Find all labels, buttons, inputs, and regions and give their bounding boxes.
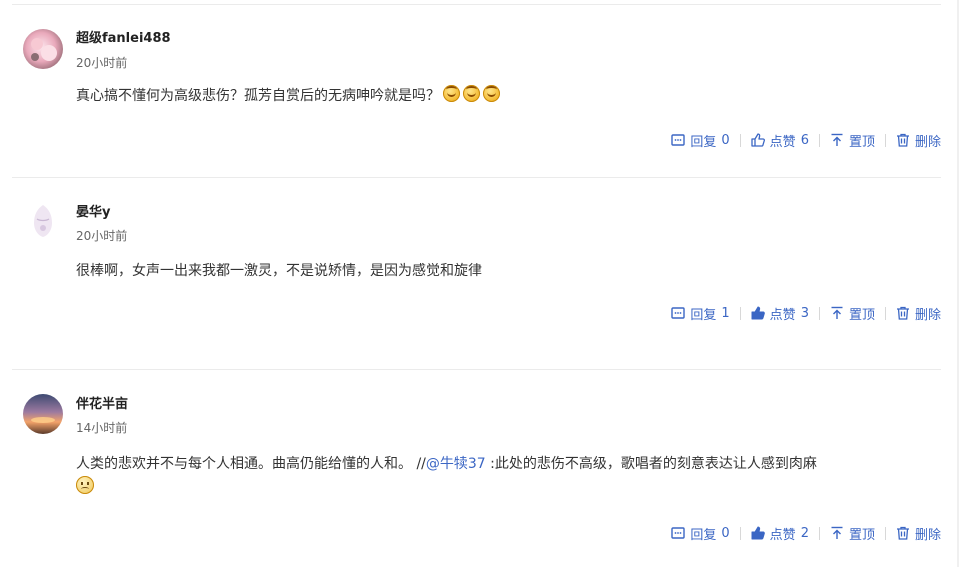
quoted-comment-text: :此处的悲伤不高级，歌唱者的刻意表达让人感到肉麻 bbox=[485, 456, 817, 472]
pin-top-label: 置顶 bbox=[848, 527, 875, 543]
timestamp: 20小时前 bbox=[76, 229, 128, 243]
comment-item: 晏华y 20小时前 很棒啊，女声一出来我都一激灵，不是说矫情，是因为感觉和旋律 … bbox=[12, 177, 941, 369]
like-label: 点赞 bbox=[769, 134, 796, 150]
pin-to-top-icon bbox=[831, 526, 843, 539]
action-divider bbox=[884, 526, 886, 540]
username[interactable]: 超级fanlei488 bbox=[76, 27, 171, 46]
comment-item: 超级fanlei488 20小时前 真心搞不懂何为高级悲伤？孤芳自赏后的无病呻吟… bbox=[12, 5, 941, 177]
comment-text-body: 人类的悲欢并不与每个人相通。曲高仍能给懂的人和。 // bbox=[76, 456, 426, 472]
sad-emoji-icon bbox=[76, 476, 94, 494]
comment-text: 人类的悲欢并不与每个人相通。曲高仍能给懂的人和。 //@牛犊37 :此处的悲伤不… bbox=[76, 452, 936, 500]
reply-count: 0 bbox=[721, 132, 730, 148]
comment-text-body: 真心搞不懂何为高级悲伤？孤芳自赏后的无病呻吟就是吗？ bbox=[76, 88, 440, 104]
action-divider bbox=[739, 133, 741, 147]
like-count: 6 bbox=[800, 132, 809, 148]
user-mention-link[interactable]: @牛犊37 bbox=[426, 456, 486, 472]
like-button[interactable]: 点赞 3 bbox=[751, 304, 809, 323]
comment-actions: 回复 0 点赞 6 置顶 删除 bbox=[671, 130, 941, 150]
avatar[interactable] bbox=[23, 394, 63, 434]
comment-actions: 回复 1 点赞 3 置顶 删除 bbox=[671, 303, 941, 323]
pin-top-label: 置顶 bbox=[848, 307, 875, 323]
action-divider bbox=[818, 306, 820, 320]
reply-button[interactable]: 回复 1 bbox=[671, 304, 730, 323]
comment-text-body: 很棒啊，女声一出来我都一激灵，不是说矫情，是因为感觉和旋律 bbox=[76, 263, 482, 279]
action-divider bbox=[818, 133, 820, 147]
reply-count: 1 bbox=[721, 305, 730, 321]
action-divider bbox=[884, 306, 886, 320]
reply-label: 回复 bbox=[690, 134, 717, 150]
username[interactable]: 伴花半亩 bbox=[76, 393, 128, 412]
timestamp: 20小时前 bbox=[76, 56, 128, 70]
pin-top-button[interactable]: 置顶 bbox=[830, 524, 875, 543]
like-label: 点赞 bbox=[769, 307, 796, 323]
comment-text: 真心搞不懂何为高级悲伤？孤芳自赏后的无病呻吟就是吗？ bbox=[76, 84, 936, 108]
delete-label: 删除 bbox=[914, 134, 941, 150]
timestamp: 14小时前 bbox=[76, 421, 128, 435]
username[interactable]: 晏华y bbox=[76, 201, 110, 220]
thumbs-up-filled-icon bbox=[751, 306, 765, 320]
pin-to-top-icon bbox=[831, 133, 843, 146]
reply-button[interactable]: 回复 0 bbox=[671, 131, 730, 150]
avatar[interactable] bbox=[23, 29, 63, 69]
pin-top-button[interactable]: 置顶 bbox=[830, 131, 875, 150]
smile-emoji-icon bbox=[443, 85, 460, 102]
trash-icon bbox=[896, 133, 909, 147]
smile-emoji-icon bbox=[463, 85, 480, 102]
action-divider bbox=[884, 133, 886, 147]
delete-label: 删除 bbox=[914, 307, 941, 323]
like-count: 2 bbox=[800, 525, 809, 541]
pin-top-button[interactable]: 置顶 bbox=[830, 304, 875, 323]
reply-icon bbox=[671, 527, 686, 539]
delete-button[interactable]: 删除 bbox=[896, 131, 941, 150]
reply-button[interactable]: 回复 0 bbox=[671, 524, 730, 543]
trash-icon bbox=[896, 306, 909, 320]
like-label: 点赞 bbox=[769, 527, 796, 543]
reply-label: 回复 bbox=[690, 307, 717, 323]
pin-top-label: 置顶 bbox=[848, 134, 875, 150]
delete-button[interactable]: 删除 bbox=[896, 524, 941, 543]
like-count: 3 bbox=[800, 305, 809, 321]
action-divider bbox=[739, 526, 741, 540]
thumbs-up-icon bbox=[751, 133, 765, 147]
delete-label: 删除 bbox=[914, 527, 941, 543]
like-button[interactable]: 点赞 6 bbox=[751, 131, 809, 150]
delete-button[interactable]: 删除 bbox=[896, 304, 941, 323]
like-button[interactable]: 点赞 2 bbox=[751, 524, 809, 543]
pin-to-top-icon bbox=[831, 306, 843, 319]
reply-icon bbox=[671, 307, 686, 319]
avatar[interactable] bbox=[23, 201, 63, 241]
comment-item: 伴花半亩 14小时前 人类的悲欢并不与每个人相通。曲高仍能给懂的人和。 //@牛… bbox=[12, 369, 941, 568]
trash-icon bbox=[896, 526, 909, 540]
smile-emoji-icon bbox=[483, 85, 500, 102]
reply-count: 0 bbox=[721, 525, 730, 541]
reply-label: 回复 bbox=[690, 527, 717, 543]
comment-text: 很棒啊，女声一出来我都一激灵，不是说矫情，是因为感觉和旋律 bbox=[76, 259, 936, 283]
reply-icon bbox=[671, 134, 686, 146]
thumbs-up-filled-icon bbox=[751, 526, 765, 540]
action-divider bbox=[739, 306, 741, 320]
comment-actions: 回复 0 点赞 2 置顶 删除 bbox=[671, 523, 941, 543]
action-divider bbox=[818, 526, 820, 540]
